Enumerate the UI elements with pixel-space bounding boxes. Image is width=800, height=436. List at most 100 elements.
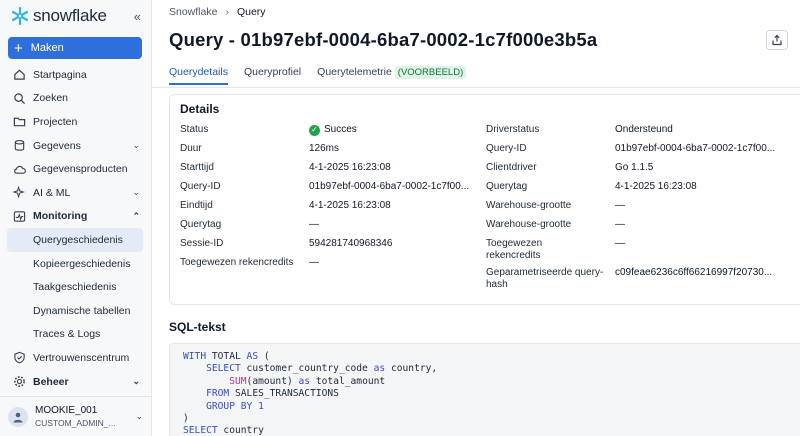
detail-label: Querytag bbox=[180, 219, 222, 230]
details-card: Details Status ✓ Succes Duur 126ms Start… bbox=[169, 94, 800, 305]
snowflake-logo-icon bbox=[11, 6, 29, 26]
detail-value: Ondersteund bbox=[615, 124, 673, 135]
sidebar-subitem-traces-logs[interactable]: Traces & Logs bbox=[0, 323, 152, 347]
logo[interactable]: snowflake « bbox=[0, 0, 151, 32]
activity-icon bbox=[12, 209, 26, 223]
tab-querytelemetrie[interactable]: Querytelemetrie (VOORBEELD) bbox=[317, 66, 467, 85]
detail-label: Status bbox=[180, 124, 209, 135]
tab-querydetails[interactable]: Querydetails bbox=[169, 66, 228, 85]
detail-row: Warehouse-grootte — bbox=[486, 217, 780, 236]
sidebar-item-startpagina[interactable]: Startpagina bbox=[0, 63, 152, 87]
details-right-column: Driverstatus Ondersteund Query-ID 01b97e… bbox=[486, 122, 780, 294]
sidebar-item-gegevensproducten[interactable]: Gegevensproducten bbox=[0, 157, 152, 181]
sidebar-item-projecten[interactable]: Projecten bbox=[0, 110, 152, 134]
sidebar-item-zoeken[interactable]: Zoeken bbox=[0, 87, 152, 111]
sql-line: GROUP BY 1 bbox=[206, 400, 264, 412]
page-title: Query - 01b97ebf-0004-6ba7-0002-1c7f000e… bbox=[169, 29, 598, 50]
sidebar-item-label: Zoeken bbox=[33, 92, 69, 105]
share-button[interactable] bbox=[766, 30, 788, 50]
sidebar-item-ai-ml[interactable]: AI & ML ⌄ bbox=[0, 181, 152, 205]
detail-row: Duur 126ms bbox=[180, 141, 474, 160]
sidebar-subitem-taakgeschiedenis[interactable]: Taakgeschiedenis bbox=[0, 275, 152, 299]
sidebar-subitem-kopieergeschiedenis[interactable]: Kopieergeschiedenis bbox=[0, 252, 152, 276]
sidebar-item-label: Projecten bbox=[33, 115, 78, 128]
detail-row: Eindtijd 4-1-2025 16:23:08 bbox=[180, 198, 474, 217]
detail-row: Toegewezen rekencredits — bbox=[486, 236, 780, 265]
tab-queryprofiel[interactable]: Queryprofiel bbox=[244, 66, 301, 85]
sidebar-item-gegevens[interactable]: Gegevens ⌄ bbox=[0, 134, 152, 158]
detail-value: 594281740968346 bbox=[309, 238, 393, 249]
detail-row: Starttijd 4-1-2025 16:23:08 bbox=[180, 160, 474, 179]
detail-row: Warehouse-grootte — bbox=[486, 198, 780, 217]
chevron-right-icon: › bbox=[225, 6, 229, 18]
detail-value: — bbox=[615, 238, 625, 249]
detail-row: Toegewezen rekencredits — bbox=[180, 255, 474, 274]
make-button[interactable]: + Maken bbox=[8, 37, 142, 59]
sql-line: SELECT customer_country_code as country, bbox=[206, 363, 438, 375]
detail-label: Clientdriver bbox=[486, 162, 537, 173]
preview-badge: (VOORBEELD) bbox=[394, 66, 467, 79]
tab-bar: Querydetails Queryprofiel Querytelemetri… bbox=[169, 66, 482, 85]
chevron-up-icon: ⌃ bbox=[132, 210, 140, 221]
detail-value: — bbox=[615, 219, 625, 230]
home-icon bbox=[12, 68, 26, 82]
detail-label: Starttijd bbox=[180, 162, 214, 173]
search-icon bbox=[12, 91, 26, 105]
detail-value[interactable]: 01b97ebf-0004-6ba7-0002-1c7f00... bbox=[309, 181, 474, 193]
detail-label: Driverstatus bbox=[486, 124, 540, 135]
collapse-sidebar-icon[interactable]: « bbox=[134, 9, 141, 24]
sql-section-title: SQL-tekst bbox=[169, 320, 226, 334]
detail-value: — bbox=[615, 200, 625, 211]
cloud-icon bbox=[12, 162, 26, 176]
user-role: CUSTOM_ADMIN_... bbox=[35, 418, 116, 428]
sql-line: SUM(amount) as total_amount bbox=[229, 375, 386, 387]
breadcrumb: Snowflake › Query bbox=[169, 6, 266, 18]
sidebar-item-label: Gegevens bbox=[33, 139, 81, 152]
sidebar-item-label: Gegevensproducten bbox=[33, 163, 128, 176]
detail-row: Query-ID 01b97ebf-0004-6ba7-0002-1c7f00.… bbox=[486, 141, 780, 160]
detail-label: Query-ID bbox=[180, 181, 221, 192]
detail-label: Warehouse-grootte bbox=[486, 219, 572, 230]
check-circle-icon: ✓ bbox=[309, 124, 320, 136]
sql-code: WITH TOTAL AS ( SELECT customer_country_… bbox=[183, 351, 437, 436]
chevron-down-icon: ⌄ bbox=[132, 140, 140, 151]
detail-row: Clientdriver Go 1.1.5 bbox=[486, 160, 780, 179]
detail-value: 4-1-2025 16:23:08 bbox=[615, 181, 697, 192]
tab-label: Querytelemetrie bbox=[317, 66, 392, 78]
breadcrumb-current: Query bbox=[236, 6, 266, 18]
sidebar-item-vertrouwenscentrum[interactable]: Vertrouwenscentrum bbox=[0, 346, 152, 370]
sidebar-subitem-dynamische-tabellen[interactable]: Dynamische tabellen bbox=[0, 299, 152, 323]
database-icon bbox=[12, 139, 26, 153]
sidebar-item-label: Beheer bbox=[33, 375, 69, 388]
make-button-label: Maken bbox=[30, 42, 64, 54]
user-name: MOOKIE_001 bbox=[35, 405, 98, 416]
logo-text: snowflake bbox=[33, 6, 107, 25]
detail-value[interactable]: 01b97ebf-0004-6ba7-0002-1c7f00... bbox=[615, 143, 780, 155]
sidebar-item-beheer[interactable]: Beheer ⌄ bbox=[0, 370, 152, 394]
status-text: Succes bbox=[324, 124, 357, 135]
detail-label: Sessie-ID bbox=[180, 238, 224, 249]
sidebar-item-label: AI & ML bbox=[33, 186, 71, 199]
shield-icon bbox=[12, 351, 26, 365]
folder-icon bbox=[12, 115, 26, 129]
sql-line: SELECT country bbox=[183, 425, 264, 436]
sidebar-subitem-querygeschiedenis[interactable]: Querygeschiedenis bbox=[7, 228, 143, 252]
details-left-column: Status ✓ Succes Duur 126ms Starttijd 4-1… bbox=[180, 122, 474, 274]
detail-value[interactable]: c09feae6236c6ff66216997f20730... bbox=[615, 267, 777, 279]
breadcrumb-parent[interactable]: Snowflake bbox=[169, 6, 217, 18]
detail-label: Duur bbox=[180, 143, 202, 154]
sql-code-block[interactable]: WITH TOTAL AS ( SELECT customer_country_… bbox=[169, 343, 800, 436]
detail-row: Sessie-ID 594281740968346 bbox=[180, 236, 474, 255]
detail-row: Status ✓ Succes bbox=[180, 122, 474, 141]
share-icon bbox=[772, 34, 782, 46]
sidebar-item-monitoring[interactable]: Monitoring ⌃ bbox=[0, 205, 152, 229]
detail-value: — bbox=[309, 257, 319, 268]
detail-row: Driverstatus Ondersteund bbox=[486, 122, 780, 141]
detail-value: — bbox=[309, 219, 319, 230]
detail-label: Toegewezen rekencredits bbox=[180, 257, 294, 268]
sql-line: WITH TOTAL AS ( bbox=[183, 351, 270, 362]
detail-label: Querytag bbox=[486, 181, 528, 192]
sidebar-item-label: Vertrouwenscentrum bbox=[33, 351, 130, 364]
user-menu[interactable]: MOOKIE_001 CUSTOM_ADMIN_... ⌄ bbox=[0, 396, 151, 436]
detail-value: 4-1-2025 16:23:08 bbox=[309, 200, 391, 211]
